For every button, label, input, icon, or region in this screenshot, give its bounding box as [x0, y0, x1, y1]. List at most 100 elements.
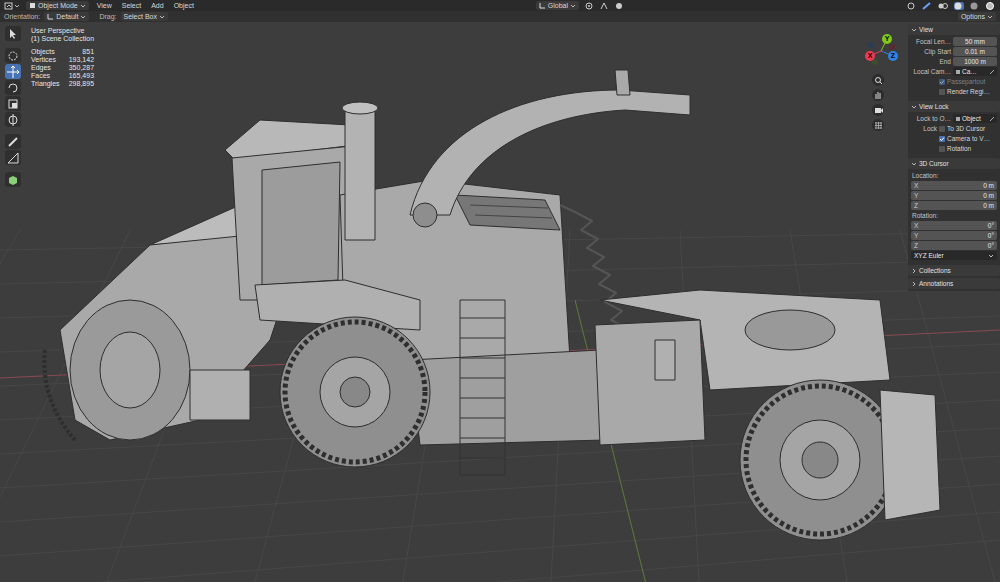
tool-button[interactable] — [5, 80, 21, 95]
stat-value: 165,493 — [67, 72, 94, 80]
stat-label: Vertices — [31, 56, 65, 64]
panel-row: Y0° — [911, 231, 997, 240]
tool-button[interactable] — [5, 48, 21, 63]
tool-button[interactable] — [5, 64, 21, 79]
vector-field[interactable]: X 0° — [911, 221, 997, 230]
rotation-mode-dropdown[interactable]: XYZ Euler — [911, 251, 997, 260]
drag-caption: Drag: — [99, 12, 116, 21]
axis-label: Z — [914, 201, 918, 210]
orientation-label: Global — [548, 1, 568, 10]
disclosure-icon — [911, 268, 917, 274]
panel-header[interactable]: Annotations — [908, 278, 1000, 289]
vector-field[interactable]: X0 m — [911, 181, 997, 190]
grid-icon — [873, 120, 884, 131]
checkbox-label: Rotation — [947, 144, 971, 153]
panel-header[interactable]: View Lock — [908, 101, 1000, 112]
tool-button[interactable] — [5, 150, 21, 165]
eyedropper-icon — [989, 69, 995, 75]
zoom-button[interactable] — [872, 74, 884, 86]
axis-value: 0 m — [983, 201, 994, 210]
number-field[interactable]: 50 mm — [953, 37, 997, 46]
axis-value: 0° — [988, 221, 994, 230]
ortho-button[interactable] — [872, 119, 884, 131]
field-value: 1000 m — [964, 57, 986, 66]
check-icon — [939, 136, 945, 142]
camera-button[interactable] — [872, 104, 884, 116]
orientation-icon — [47, 13, 54, 20]
orientation-dropdown[interactable]: Default — [44, 12, 89, 21]
snap-icon — [600, 2, 609, 10]
axis-label: Y — [914, 191, 918, 200]
tool-button[interactable] — [5, 26, 21, 41]
checkbox-label: To 3D Cursor — [947, 124, 985, 133]
stat-value: 193,142 — [67, 56, 94, 64]
tool-settings-bar: Orientation:DefaultDrag:Select BoxOption… — [0, 11, 1000, 22]
panel-title: 3D Cursor — [919, 159, 949, 168]
gizmo-axis[interactable]: Y — [882, 34, 892, 44]
field-value: Object — [962, 114, 981, 123]
menu-item[interactable]: Select — [120, 1, 143, 10]
panel-row: Passepartout — [911, 77, 997, 86]
checkbox-label: Passepartout — [947, 77, 985, 86]
number-field[interactable]: 1000 m — [953, 57, 997, 66]
panel-header[interactable]: Collections — [908, 265, 1000, 276]
tool-button[interactable] — [5, 112, 21, 127]
3d-viewport[interactable]: User Perspective(1) Scene CollectionObje… — [0, 22, 1000, 582]
editor-type-button[interactable] — [4, 2, 20, 10]
pivot-icon — [585, 2, 594, 10]
tool-icon — [6, 49, 20, 63]
checkbox[interactable] — [939, 136, 945, 142]
panel-title: View Lock — [919, 102, 949, 111]
panel-header[interactable]: 3D Cursor — [908, 158, 1000, 169]
header-bar: Object Mode View Select Add Object Global — [0, 0, 1000, 11]
vector-field[interactable]: Z 0 m — [911, 201, 997, 210]
sidebar: ViewFocal Len…50 mmClip Start0.01 mEnd10… — [908, 24, 1000, 291]
panel-row: Z 0 m — [911, 201, 997, 210]
checkbox[interactable] — [939, 126, 945, 132]
collection-name: (1) Scene Collection — [31, 35, 94, 43]
menu-item[interactable]: View — [95, 1, 114, 10]
vector-field[interactable]: Y0° — [911, 231, 997, 240]
options-dropdown[interactable]: Options — [958, 12, 996, 21]
tool-icon — [6, 27, 20, 41]
navigation-gizmo[interactable]: XYZ — [862, 32, 900, 70]
panel-title: Collections — [919, 266, 951, 275]
transform-orientation-dropdown[interactable]: Global — [536, 1, 579, 10]
checkbox[interactable] — [939, 89, 945, 95]
menu-item[interactable]: Object — [172, 1, 196, 10]
shading-icon — [922, 2, 932, 10]
vector-field[interactable]: Z0° — [911, 241, 997, 250]
mode-dropdown[interactable]: Object Mode — [26, 1, 89, 10]
vector-field[interactable]: Y 0 m — [911, 191, 997, 200]
panel-body: Lock to O…ObjectLockTo 3D CursorCamera t… — [908, 114, 1000, 156]
viewport-canvas[interactable] — [0, 22, 1000, 582]
tool-button[interactable] — [5, 134, 21, 149]
group-heading: Location: — [911, 171, 938, 180]
axis-value: 0° — [988, 231, 994, 240]
stat-value: 298,895 — [67, 80, 94, 88]
tool-button[interactable] — [5, 172, 21, 187]
object-icon — [955, 116, 961, 122]
shading-icon — [954, 2, 964, 10]
navigation-buttons — [872, 74, 884, 131]
drag-dropdown[interactable]: Select Box — [121, 12, 168, 21]
checkbox[interactable] — [939, 146, 945, 152]
axis-value: 0 m — [983, 191, 994, 200]
axis-label: X — [914, 221, 918, 230]
gizmo-axis[interactable]: Z — [888, 51, 898, 61]
gizmo-axis[interactable]: X — [865, 51, 875, 61]
data-picker[interactable]: Object — [953, 114, 997, 123]
viewport-editor-icon — [4, 2, 13, 10]
zoom-icon — [873, 75, 884, 86]
panel-header[interactable]: View — [908, 24, 1000, 35]
checkbox-caption: Lock — [911, 124, 937, 133]
number-field[interactable]: 0.01 m — [953, 47, 997, 56]
tool-icon — [6, 151, 20, 165]
tool-button[interactable] — [5, 96, 21, 111]
menu-item[interactable]: Add — [149, 1, 165, 10]
data-picker[interactable]: Ca… — [953, 67, 997, 76]
pan-button[interactable] — [872, 89, 884, 101]
statistics: Objects851Vertices193,142Edges350,287Fac… — [31, 48, 94, 88]
field-label: Focal Len… — [911, 37, 951, 46]
